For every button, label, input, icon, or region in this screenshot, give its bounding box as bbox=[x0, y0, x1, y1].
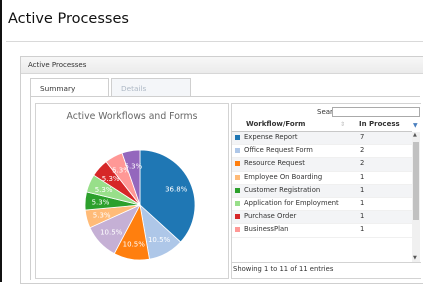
legend-swatch bbox=[235, 148, 240, 154]
pie-slice-label: 10.5% bbox=[100, 229, 123, 237]
pie-chart: 36.8%10.5%10.5%10.5%5.3%5.3%5.3%5.3%5.3%… bbox=[84, 149, 196, 261]
table-row[interactable]: Application for Employment 1 bbox=[232, 198, 412, 212]
table-row[interactable]: Office Request Form 2 bbox=[232, 145, 412, 159]
pie-slice-label: 5.3% bbox=[95, 186, 113, 194]
table-scrollbar[interactable]: ▲ ▼ bbox=[412, 132, 420, 262]
tab-details[interactable]: Details bbox=[111, 78, 191, 97]
tab-summary[interactable]: Summary bbox=[30, 78, 109, 97]
table-row[interactable]: Resource Request 2 bbox=[232, 158, 412, 172]
pie-slice-label: 5.3% bbox=[92, 199, 110, 207]
scrollbar-thumb[interactable] bbox=[413, 142, 419, 220]
table-row[interactable]: BusinessPlan 1 bbox=[232, 224, 412, 238]
scroll-down-arrow-icon[interactable]: ▼ bbox=[413, 255, 417, 261]
in-process-count: 1 bbox=[360, 185, 365, 194]
workflow-name: Purchase Order bbox=[244, 212, 297, 221]
panel-header: Active Processes bbox=[21, 57, 423, 74]
window-left-border bbox=[0, 0, 2, 282]
legend-swatch bbox=[235, 161, 240, 167]
table-row[interactable]: Employee On Boarding 1 bbox=[232, 172, 412, 185]
summary-tab-content: Active Workflows and Forms 36.8% 10.5% 10.… bbox=[30, 96, 421, 280]
column-header-in-process[interactable]: In Process bbox=[359, 120, 400, 130]
pie-slice-label: 10.5% bbox=[123, 241, 146, 249]
workflow-name: Expense Report bbox=[244, 133, 298, 141]
workflow-name: Office Request Form bbox=[244, 146, 313, 155]
search-input[interactable] bbox=[332, 107, 420, 117]
in-process-count: 2 bbox=[360, 159, 365, 168]
pie-slice-label: 36.8% bbox=[165, 186, 188, 194]
table-row[interactable]: Expense Report 7 bbox=[232, 132, 412, 146]
legend-swatch bbox=[235, 200, 240, 206]
workflow-name: Customer Registration bbox=[244, 185, 321, 194]
pie-chart-container: Active Workflows and Forms 36.8% 10.5% 10.… bbox=[35, 103, 229, 279]
sort-descending-icon[interactable]: ▼ bbox=[413, 122, 418, 129]
in-process-count: 2 bbox=[360, 146, 365, 155]
page-title: Active Processes bbox=[8, 11, 129, 27]
legend-swatch bbox=[235, 227, 240, 233]
table-row[interactable]: Customer Registration 1 bbox=[232, 184, 412, 198]
workflow-table-container: Search: Workflow/Form ⇕ In Process ▼ Exp… bbox=[231, 103, 421, 279]
active-processes-panel: Active Processes Summary Details Active … bbox=[20, 56, 423, 284]
workflow-name: BusinessPlan bbox=[244, 225, 289, 234]
in-process-count: 1 bbox=[360, 172, 365, 181]
in-process-count: 1 bbox=[360, 225, 365, 234]
in-process-count: 1 bbox=[360, 198, 365, 207]
scroll-up-arrow-icon[interactable]: ▲ bbox=[413, 132, 417, 138]
legend-swatch bbox=[235, 135, 240, 140]
in-process-count: 7 bbox=[360, 133, 365, 141]
table-body: Expense Report 7 Office Request Form 2 R… bbox=[232, 132, 412, 238]
workflow-name: Resource Request bbox=[244, 159, 305, 168]
sort-both-icon[interactable]: ⇕ bbox=[340, 121, 345, 128]
footer-divider bbox=[232, 262, 421, 263]
pie-slice-label: 5.3% bbox=[125, 162, 143, 170]
legend-swatch bbox=[235, 187, 240, 193]
table-info: Showing 1 to 11 of 11 entries bbox=[233, 265, 334, 273]
column-header-workflow[interactable]: Workflow/Form bbox=[246, 120, 305, 130]
table-row[interactable]: Purchase Order 1 bbox=[232, 211, 412, 225]
pie-slice-label: 5.3% bbox=[93, 212, 111, 220]
workflow-name: Employee On Boarding bbox=[244, 172, 323, 181]
in-process-count: 1 bbox=[360, 212, 365, 221]
workflow-name: Application for Employment bbox=[244, 198, 339, 207]
title-divider bbox=[6, 41, 423, 42]
legend-swatch bbox=[235, 214, 240, 220]
pie-slice-label: 10.5% bbox=[148, 236, 171, 244]
legend-swatch bbox=[235, 174, 240, 180]
